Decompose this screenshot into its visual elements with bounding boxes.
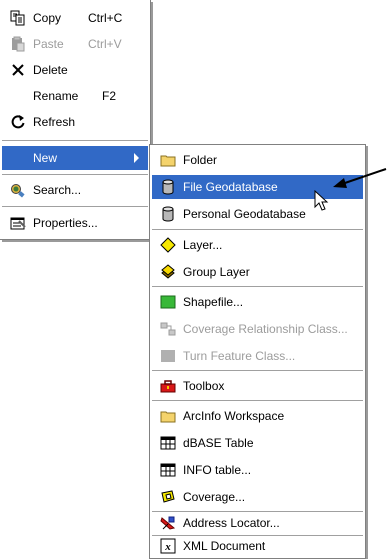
submenu-item-shapefile[interactable]: Shapefile...	[152, 290, 363, 314]
annotation-arrow-icon	[333, 168, 387, 188]
paste-icon	[10, 36, 26, 52]
copy-icon	[10, 10, 26, 26]
submenu-item-dbase-table[interactable]: dBASE Table	[152, 431, 363, 455]
svg-text:x: x	[164, 541, 171, 553]
new-submenu: Folder File Geodatabase Personal Geodata…	[149, 144, 366, 559]
menu-separator	[2, 140, 148, 142]
delete-label: Delete	[33, 63, 68, 77]
submenu-item-turn-feature-class[interactable]: Turn Feature Class...	[152, 344, 363, 368]
submenu-item-group-layer[interactable]: Group Layer	[152, 260, 363, 284]
submenu-label: Personal Geodatabase	[183, 207, 306, 221]
folder-icon	[160, 408, 176, 424]
layer-diamond-icon	[160, 237, 176, 253]
menu-separator	[2, 206, 148, 208]
submenu-label: dBASE Table	[183, 436, 254, 450]
submenu-arrow-icon	[134, 153, 139, 163]
submenu-item-layer[interactable]: Layer...	[152, 233, 363, 257]
submenu-label: Shapefile...	[183, 295, 244, 309]
turn-feature-icon	[160, 348, 176, 364]
submenu-item-info-table[interactable]: INFO table...	[152, 458, 363, 482]
rename-label: Rename	[33, 89, 79, 103]
copy-shortcut: Ctrl+C	[88, 11, 123, 25]
submenu-label: Coverage...	[183, 490, 246, 504]
menu-item-properties[interactable]: Properties...	[2, 211, 148, 235]
submenu-label: XML Document	[183, 539, 266, 553]
menu-separator	[152, 370, 363, 372]
shapefile-icon	[160, 294, 176, 310]
menu-item-rename[interactable]: Rename F2	[2, 84, 148, 108]
submenu-label: Folder	[183, 153, 218, 167]
submenu-item-coverage[interactable]: Coverage...	[152, 485, 363, 509]
menu-separator	[152, 229, 363, 231]
table-icon	[160, 435, 176, 451]
submenu-item-personal-geodatabase[interactable]: Personal Geodatabase	[152, 202, 363, 226]
submenu-label: Group Layer	[183, 265, 250, 279]
new-label: New	[33, 151, 58, 165]
submenu-label: Toolbox	[183, 379, 225, 393]
menu-item-new[interactable]: New	[2, 146, 148, 170]
properties-label: Properties...	[33, 216, 98, 230]
properties-icon	[10, 215, 26, 231]
group-layer-icon	[160, 264, 176, 280]
delete-x-icon	[10, 62, 26, 78]
menu-separator	[152, 400, 363, 402]
submenu-label: INFO table...	[183, 463, 252, 477]
refresh-label: Refresh	[33, 115, 76, 129]
rename-shortcut: F2	[102, 89, 117, 103]
xml-document-icon: x	[160, 538, 176, 554]
submenu-label: Coverage Relationship Class...	[183, 322, 348, 336]
submenu-item-coverage-relationship-class[interactable]: Coverage Relationship Class...	[152, 317, 363, 341]
copy-label: Copy	[33, 11, 62, 25]
toolbox-icon	[160, 378, 176, 394]
database-icon	[160, 179, 176, 195]
address-locator-icon	[160, 515, 176, 531]
database-icon	[160, 206, 176, 222]
paste-shortcut: Ctrl+V	[88, 37, 122, 51]
submenu-label: Layer...	[183, 238, 223, 252]
coverage-icon	[160, 489, 176, 505]
submenu-label: Address Locator...	[183, 516, 280, 530]
submenu-item-toolbox[interactable]: Toolbox	[152, 374, 363, 398]
submenu-label: Turn Feature Class...	[183, 349, 296, 363]
table-icon	[160, 462, 176, 478]
search-label: Search...	[33, 183, 82, 197]
menu-separator	[152, 286, 363, 288]
menu-item-refresh[interactable]: Refresh	[2, 110, 148, 134]
menu-item-delete[interactable]: Delete	[2, 58, 148, 82]
relationship-class-icon	[160, 321, 176, 337]
paste-label: Paste	[33, 37, 64, 51]
submenu-item-address-locator[interactable]: Address Locator...	[152, 511, 363, 535]
mouse-cursor-icon	[314, 190, 329, 211]
submenu-label: File Geodatabase	[183, 180, 278, 194]
refresh-icon	[10, 114, 26, 130]
menu-separator	[2, 174, 148, 176]
submenu-item-xml-document[interactable]: x XML Document	[152, 534, 363, 558]
context-menu: Copy Ctrl+C Paste Ctrl+V Delete Rename F…	[0, 0, 151, 240]
menu-item-search[interactable]: Search...	[2, 178, 148, 202]
submenu-item-arcinfo-workspace[interactable]: ArcInfo Workspace	[152, 404, 363, 428]
menu-item-copy[interactable]: Copy Ctrl+C	[2, 6, 148, 30]
submenu-label: ArcInfo Workspace	[183, 409, 285, 423]
folder-icon	[160, 152, 176, 168]
menu-item-paste[interactable]: Paste Ctrl+V	[2, 32, 148, 56]
search-icon	[10, 182, 26, 198]
